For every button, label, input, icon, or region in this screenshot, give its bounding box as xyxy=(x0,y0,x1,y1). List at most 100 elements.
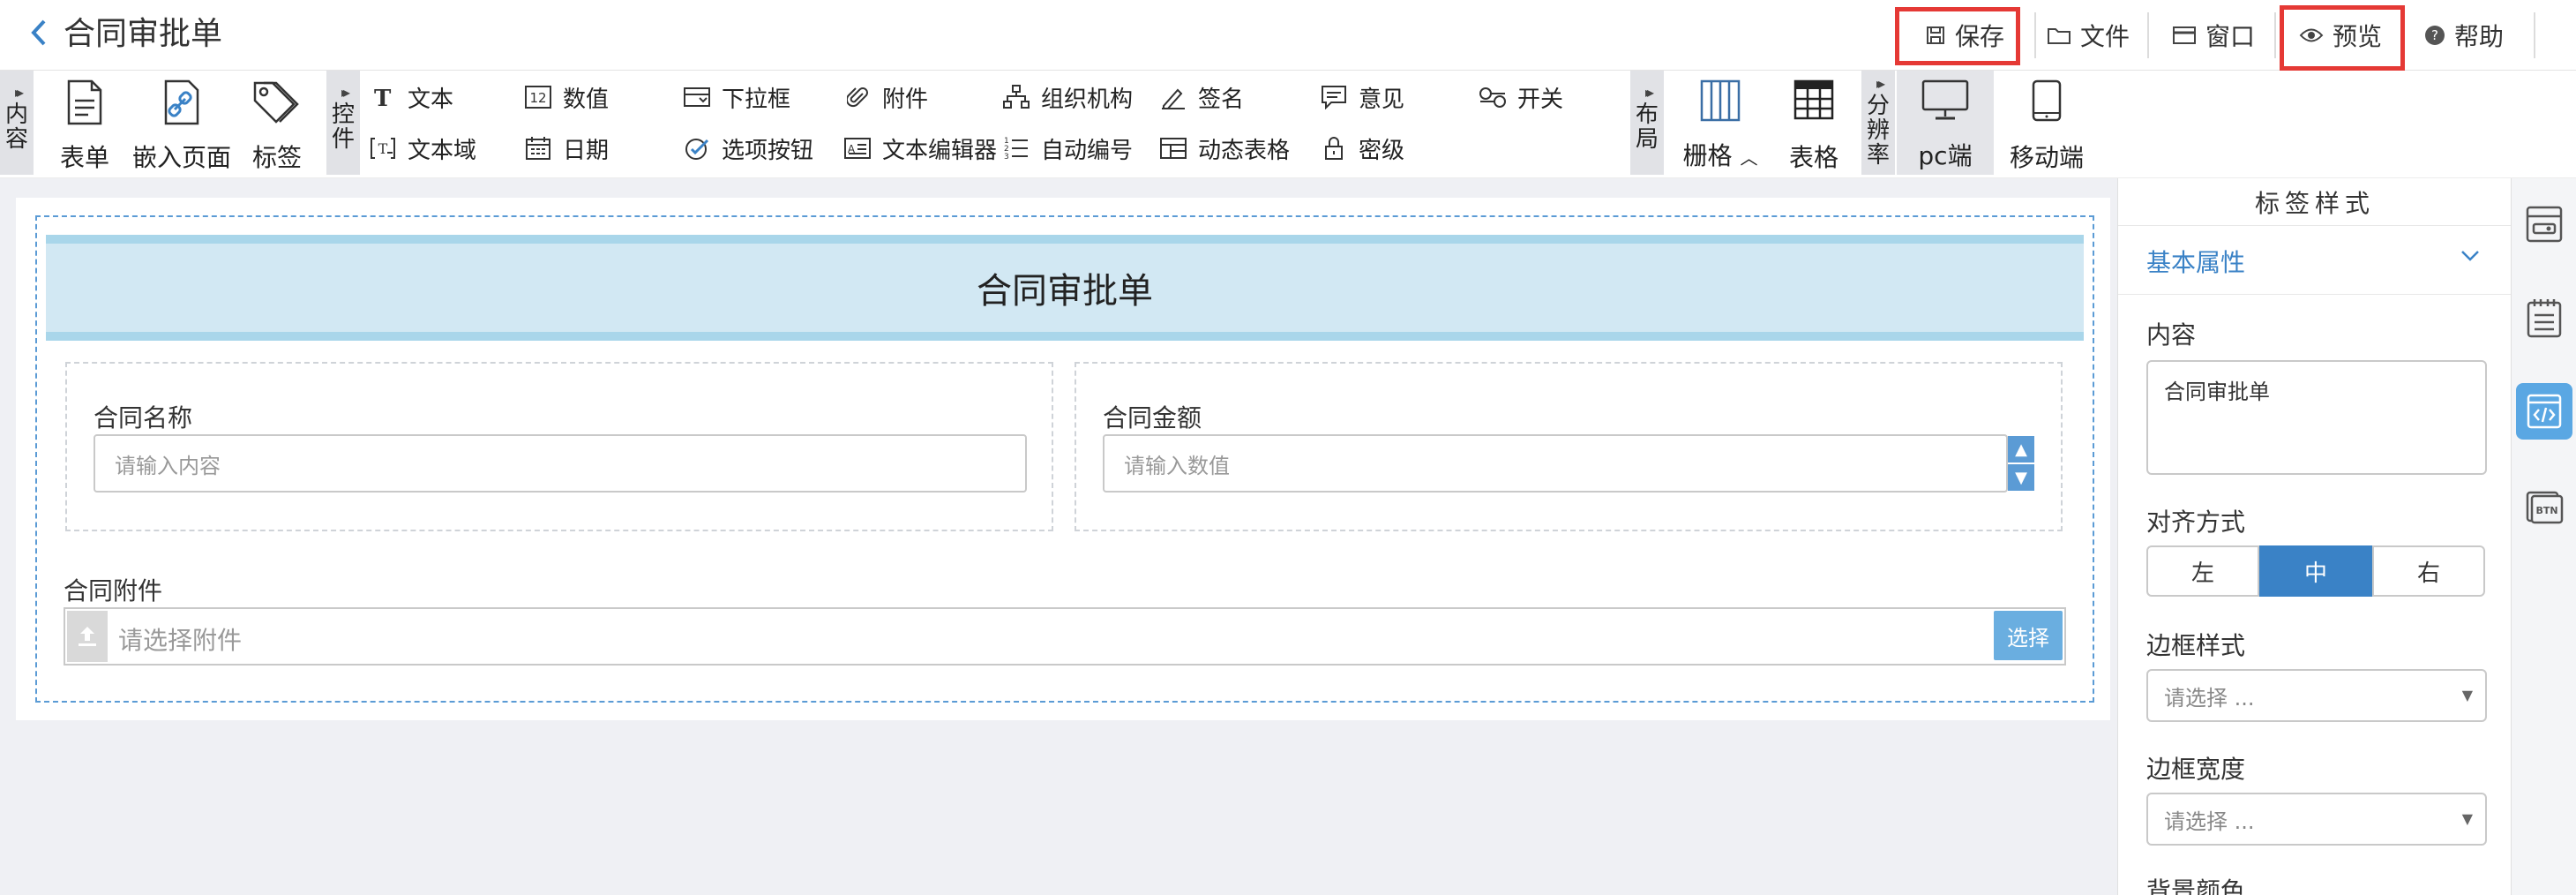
tool-grid[interactable]: 栅格 ︿ xyxy=(1676,79,1764,173)
paperclip-icon xyxy=(843,83,872,111)
dropdown-icon xyxy=(683,83,711,111)
section-toggle-resolution[interactable]: ▸▸ 分辨率 xyxy=(1861,71,1895,175)
section-toggle-content[interactable]: ▸▸ 内容 xyxy=(0,71,34,175)
tool-auto-number[interactable]: 1 2 3 自动编号 xyxy=(1002,127,1133,169)
textarea-icon: T xyxy=(369,134,397,162)
tablet-icon xyxy=(2032,79,2062,122)
page-title: 合同审批单 xyxy=(64,16,223,52)
calendar-icon xyxy=(524,134,552,162)
tool-label[interactable]: 标签 xyxy=(249,79,305,173)
border-width-select[interactable]: 请选择 ... ▼ xyxy=(2146,793,2487,846)
contract-attachment-input[interactable] xyxy=(64,607,2066,666)
lock-icon xyxy=(1320,134,1348,162)
tool-embed-page[interactable]: 嵌入页面 xyxy=(132,79,231,173)
button-component-icon[interactable]: BTN xyxy=(2516,478,2572,535)
svg-text:T: T xyxy=(374,86,392,109)
number-icon: 12 xyxy=(524,83,552,111)
caret-down-icon: ▼ xyxy=(2461,810,2473,827)
upload-icon xyxy=(67,611,108,662)
tool-signature[interactable]: 签名 xyxy=(1159,76,1244,118)
svg-text:BTN: BTN xyxy=(2535,505,2557,516)
content-label: 内容 xyxy=(2146,320,2197,350)
tool-text-editor[interactable]: A 文本编辑器 xyxy=(843,127,997,169)
panel-sidebar: BTN xyxy=(2511,178,2576,895)
tool-table[interactable]: 表格 xyxy=(1786,79,1842,173)
file-label: 文件 xyxy=(2080,22,2130,51)
save-icon xyxy=(1927,26,1944,44)
contract-amount-input[interactable]: 请输入数值 xyxy=(1103,434,2008,493)
basic-properties-header[interactable]: 基本属性 xyxy=(2118,226,2512,295)
window-label: 窗口 xyxy=(2205,22,2256,51)
border-style-select[interactable]: 请选择 ... ▼ xyxy=(2146,669,2487,722)
help-button[interactable]: ? 帮助 xyxy=(2424,0,2504,71)
tool-classification[interactable]: 密级 xyxy=(1320,127,1404,169)
contract-amount-label: 合同金额 xyxy=(1103,403,1202,432)
eye-icon xyxy=(2299,28,2324,42)
svg-text:12: 12 xyxy=(529,90,546,106)
contract-name-input[interactable]: 请输入内容 xyxy=(94,434,1027,493)
form-icon xyxy=(67,79,102,125)
signature-icon xyxy=(1159,83,1187,111)
svg-text:?: ? xyxy=(2431,27,2438,43)
background-color-label: 背景颜色 xyxy=(2146,876,2246,895)
form-title: 合同审批单 xyxy=(977,271,1153,312)
align-right-button[interactable]: 右 xyxy=(2372,545,2485,597)
dynamic-table-icon xyxy=(1159,134,1187,162)
help-label: 帮助 xyxy=(2454,22,2505,51)
help-icon: ? xyxy=(2425,26,2445,45)
tool-text[interactable]: T 文本 xyxy=(369,76,453,118)
window-button[interactable]: 窗口 xyxy=(2172,0,2255,71)
embed-link-icon xyxy=(164,79,199,125)
chevron-left-icon[interactable] xyxy=(30,16,48,55)
border-width-label: 边框宽度 xyxy=(2146,755,2246,784)
comment-icon xyxy=(1320,83,1348,111)
tool-textarea[interactable]: T 文本域 xyxy=(369,127,476,169)
tool-comment[interactable]: 意见 xyxy=(1320,76,1404,118)
tool-radio[interactable]: 选项按钮 xyxy=(683,127,813,169)
window-icon xyxy=(2173,26,2196,44)
section-toggle-controls[interactable]: ▸▸ 控件 xyxy=(326,71,360,175)
table-icon xyxy=(1793,79,1834,120)
svg-text:T: T xyxy=(378,140,388,157)
tool-dynamic-table[interactable]: 动态表格 xyxy=(1159,127,1290,169)
section-toggle-layout[interactable]: ▸▸ 布局 xyxy=(1630,71,1664,175)
form-properties-icon[interactable] xyxy=(2516,196,2572,252)
contract-name-label: 合同名称 xyxy=(94,403,193,432)
component-toolbar: ▸▸ 内容 表单 嵌入页面 标签 ▸▸ 控件 T 文本 12 数值 下拉框 附件 组织机… xyxy=(0,71,2576,178)
svg-text:3: 3 xyxy=(1004,153,1009,162)
top-header: 合同审批单 保存 文件 窗口 预览 ? 帮助 xyxy=(0,0,2576,71)
alignment-segmented: 左 中 右 xyxy=(2146,545,2485,597)
text-icon: T xyxy=(369,83,397,111)
align-left-button[interactable]: 左 xyxy=(2146,545,2259,597)
align-center-button[interactable]: 中 xyxy=(2259,545,2372,597)
chevron-down-icon[interactable]: ▼ xyxy=(2008,464,2034,491)
tool-form[interactable]: 表单 xyxy=(56,79,113,173)
caret-down-icon: ▼ xyxy=(2461,687,2473,703)
tool-attachment[interactable]: 附件 xyxy=(843,76,928,118)
content-textarea[interactable]: 合同审批单 xyxy=(2146,360,2487,475)
contract-attachment-label: 合同附件 xyxy=(64,576,163,605)
save-label: 保存 xyxy=(1955,22,2005,51)
border-style-label: 边框样式 xyxy=(2146,631,2246,660)
code-style-icon[interactable] xyxy=(2516,383,2572,440)
preview-button[interactable]: 预览 xyxy=(2299,0,2382,71)
file-button[interactable]: 文件 xyxy=(2047,0,2130,71)
notepad-icon[interactable] xyxy=(2516,290,2572,346)
attachment-placeholder: 请选择附件 xyxy=(118,626,243,655)
tool-mobile[interactable]: 移动端 xyxy=(2003,79,2091,173)
tool-switch[interactable]: 开关 xyxy=(1479,76,1563,118)
form-banner-label[interactable]: 合同审批单 xyxy=(46,235,2084,341)
tool-date[interactable]: 日期 xyxy=(524,127,609,169)
chevron-up-icon[interactable]: ▲ xyxy=(2008,436,2034,463)
tool-organization[interactable]: 组织机构 xyxy=(1002,76,1133,118)
save-button[interactable]: 保存 xyxy=(1925,0,2004,71)
radio-icon xyxy=(683,134,711,162)
tool-pc[interactable]: pc端 xyxy=(1897,71,1994,175)
tool-number[interactable]: 12 数值 xyxy=(524,76,609,118)
preview-label: 预览 xyxy=(2333,22,2383,51)
list-number-icon: 123 xyxy=(1002,134,1030,162)
editor-icon: A xyxy=(843,134,872,162)
select-attachment-button[interactable]: 选择 xyxy=(1994,611,2063,660)
tool-dropdown[interactable]: 下拉框 xyxy=(683,76,790,118)
tag-icon xyxy=(253,81,299,124)
